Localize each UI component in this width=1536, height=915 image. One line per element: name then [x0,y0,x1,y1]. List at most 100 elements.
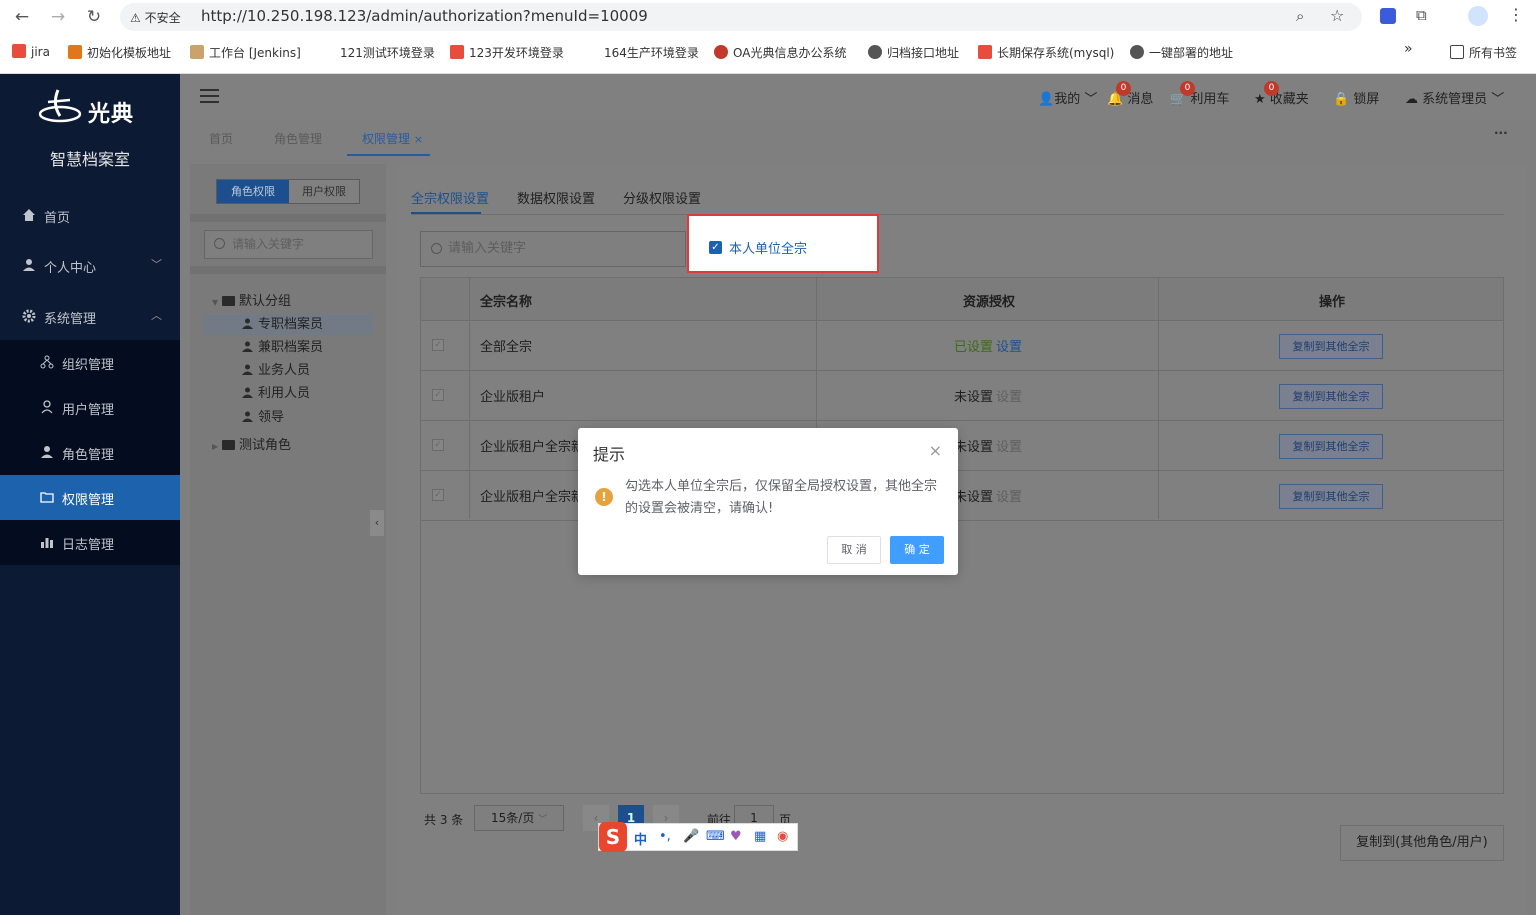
page-size-select[interactable]: 15条/页 ﹀ [474,805,564,831]
all-bookmarks[interactable]: 所有书签 [1450,44,1517,61]
sidebar-item-personal[interactable]: 个人中心 ﹀ [0,243,180,288]
user-permission-button[interactable]: 用户权限 [289,180,359,203]
extension-icon[interactable] [1380,8,1396,24]
cart-badge: 0 [1180,81,1195,96]
cart-button[interactable]: 🛒 0 利用车 [1170,81,1229,107]
collapse-panel-button[interactable]: ‹ [370,510,384,536]
keyboard-icon[interactable]: ⌨ [706,829,725,844]
bookmark-item[interactable]: 一键部署的地址 [1130,44,1233,61]
org-icon [40,355,54,369]
row-checkbox[interactable]: ✓ [432,489,444,501]
toolbox-icon[interactable]: ▦ [754,829,766,844]
bookmark-item[interactable]: 工作台 [Jenkins] [190,44,301,61]
back-icon[interactable]: ← [10,5,34,29]
skin-icon[interactable]: ♥ [730,829,742,844]
tree-node-role[interactable]: 专职档案员 [242,313,323,332]
sidebar-item-label: 首页 [44,211,71,226]
more-icon[interactable]: ··· [1494,126,1508,140]
sidebar-item-home[interactable]: 首页 [0,193,180,238]
confirm-button[interactable]: 确 定 [890,536,944,564]
tree-node-default-group[interactable]: ▼ 默认分组 [212,290,291,309]
bookmark-item[interactable]: 123开发环境登录 [450,44,564,61]
role-search-input[interactable]: 请输入关键字 [204,230,373,259]
tree-node-role[interactable]: 业务人员 [242,359,310,378]
user-menu[interactable]: ☁ 系统管理员 ﹀ [1405,88,1504,107]
role-tree-panel: 角色权限 用户权限 请输入关键字 ▼ 默认分组 专职档案员 兼职档案员 业务人员 … [190,164,386,915]
microphone-icon[interactable]: 🎤 [683,829,699,844]
hamburger-icon[interactable] [200,89,219,103]
tab-data-permission[interactable]: 数据权限设置 [517,188,595,207]
auth-status: 未设置 [954,390,994,405]
sidebar-item-users[interactable]: 用户管理 [0,385,180,430]
fonds-search-input[interactable]: 请输入关键字 [420,231,686,267]
sidebar-item-permissions[interactable]: 权限管理 [0,475,180,520]
messages-button[interactable]: 🔔 0 消息 [1107,81,1153,107]
row-checkbox[interactable]: ✓ [432,339,444,351]
tree-label: 默认分组 [239,294,292,309]
set-link[interactable]: 设置 [996,336,1022,355]
row-checkbox[interactable]: ✓ [432,439,444,451]
forward-icon[interactable]: → [46,5,70,29]
favorites-button[interactable]: ★ 0 收藏夹 [1254,81,1309,107]
mine-menu[interactable]: 👤我的 ﹀ [1038,88,1097,107]
star-icon[interactable]: ☆ [1330,6,1344,25]
lock-button[interactable]: 🔒 锁屏 [1333,88,1379,107]
more-bookmarks-button[interactable]: » [1404,41,1413,57]
sidebar-item-system[interactable]: 系统管理 ︿ [0,294,180,339]
copy-to-other-role-button[interactable]: 复制到(其他角色/用户) [1340,825,1504,861]
sidebar-item-roles[interactable]: 角色管理 [0,430,180,475]
own-unit-fonds-checkbox[interactable]: ✓ [709,241,722,254]
sogou-logo-icon[interactable]: S [599,822,627,852]
address-bar[interactable]: ⚠ 不安全 http://10.250.198.123/admin/author… [120,3,1362,31]
sidebar-item-logs[interactable]: 日志管理 [0,520,180,565]
bookmark-item[interactable]: 长期保存系统(mysql) [978,44,1114,61]
reload-icon[interactable]: ↻ [82,5,106,29]
copy-to-other-fonds-button[interactable]: 复制到其他全宗 [1279,334,1383,359]
cancel-button[interactable]: 取 消 [827,536,881,564]
menu-kebab-icon[interactable]: ⋮ [1508,5,1524,24]
set-link[interactable]: 设置 [996,386,1022,405]
tab-fonds-permission[interactable]: 全宗权限设置 [411,188,489,207]
role-permission-button[interactable]: 角色权限 [217,180,289,203]
tab-home[interactable]: 首页 [209,130,233,147]
own-unit-fonds-label[interactable]: 本人单位全宗 [729,238,807,257]
divider [190,214,386,222]
tree-node-role[interactable]: 利用人员 [242,382,310,401]
punctuation-icon[interactable]: •, [659,829,671,844]
gear-icon [22,309,36,323]
bookmark-item[interactable]: 164生产环境登录 [604,44,699,61]
tree-node-role[interactable]: 兼职档案员 [242,336,323,355]
copy-to-other-fonds-button[interactable]: 复制到其他全宗 [1279,484,1383,509]
copy-to-other-fonds-button[interactable]: 复制到其他全宗 [1279,384,1383,409]
tree-node-test-group[interactable]: ▶ 测试角色 [212,434,291,453]
zoom-icon[interactable]: ⌕ [1296,7,1304,25]
permission-panel: 全宗权限设置 数据权限设置 分级权限设置 请输入关键字 全宗名称 资源授权 操作… [397,164,1526,915]
close-icon[interactable]: × [929,441,942,460]
url-text[interactable]: http://10.250.198.123/admin/authorizatio… [201,7,648,25]
divider [190,266,386,274]
ime-lang-toggle[interactable]: 中 [634,829,647,848]
profile-icon[interactable] [1468,6,1488,26]
emoji-icon[interactable]: ◉ [777,829,788,844]
sidebar-item-org[interactable]: 组织管理 [0,340,180,385]
close-icon[interactable]: × [414,133,423,146]
row-checkbox[interactable]: ✓ [432,389,444,401]
tree-node-role[interactable]: 领导 [242,406,284,425]
bookmark-label: 初始化模板地址 [87,46,172,60]
tab-permissions[interactable]: 权限管理 × [362,130,423,147]
logo-mark-icon [38,89,82,123]
set-link[interactable]: 设置 [996,486,1022,505]
bookmark-item[interactable]: OA光典信息办公系统 [714,44,846,61]
bookmark-item[interactable]: 归档接口地址 [868,44,959,61]
bookmark-item[interactable]: jira [12,44,50,59]
copy-to-other-fonds-button[interactable]: 复制到其他全宗 [1279,434,1383,459]
favorites-badge: 0 [1264,81,1279,96]
set-link[interactable]: 设置 [996,436,1022,455]
tab-level-permission[interactable]: 分级权限设置 [623,188,701,207]
auth-status: 已设置 [954,340,994,355]
bookmark-item[interactable]: 初始化模板地址 [68,44,171,61]
puzzle-icon[interactable]: ⧉ [1416,6,1427,24]
tab-roles[interactable]: 角色管理 [274,130,322,147]
security-warning[interactable]: ⚠ 不安全 [130,9,181,26]
bookmark-item[interactable]: 121测试环境登录 [340,44,435,61]
